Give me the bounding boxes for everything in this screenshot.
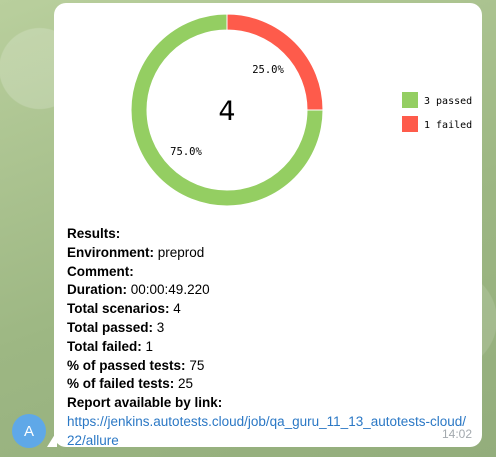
- failed-percent-row: % of failed tests: 25: [67, 376, 194, 392]
- slice-percent-label: 75.0%: [170, 146, 202, 158]
- sender-avatar[interactable]: A: [12, 414, 46, 448]
- total-passed-row: Total passed: 3: [67, 319, 165, 335]
- legend-label: 1 failed: [424, 120, 472, 131]
- legend-swatch: [402, 92, 418, 108]
- slice-percent-label: 25.0%: [252, 64, 284, 76]
- total-failed-row: Total failed: 1: [67, 338, 154, 354]
- failed-percent-value: 25: [178, 376, 194, 392]
- total-failed-value: 1: [145, 338, 154, 354]
- report-link[interactable]: https://jenkins.autotests.cloud/job/qa_g…: [67, 414, 466, 448]
- environment-value: preprod: [157, 244, 205, 260]
- chart-image[interactable]: 25.0% 75.0% 4 3 passed 1 failed: [54, 3, 482, 213]
- duration-value: 00:00:49.220: [130, 282, 210, 298]
- duration-row: Duration: 00:00:49.220: [67, 282, 210, 298]
- slice-1-failed: [226, 13, 324, 111]
- report-link-label: Report available by link:: [67, 395, 223, 411]
- message-timestamp: 14:02: [441, 427, 472, 441]
- center-total-label: 4: [218, 96, 235, 127]
- total-scenarios-value: 4: [173, 301, 181, 317]
- total-scenarios-row: Total scenarios: 4: [67, 301, 181, 317]
- results-heading: Results:: [67, 226, 121, 241]
- passed-percent-row: % of passed tests: 75: [67, 357, 205, 373]
- legend-swatch: [402, 116, 418, 132]
- environment-row: Environment: preprod: [67, 244, 205, 260]
- report-link-row: https://jenkins.autotests.cloud/job/qa_g…: [67, 413, 467, 451]
- report-text: Results: Environment: preprod Comment: D…: [67, 225, 467, 451]
- passed-percent-value: 75: [189, 357, 205, 373]
- avatar-letter: A: [23, 422, 34, 440]
- comment-row: Comment:: [67, 263, 134, 279]
- message-bubble: 25.0% 75.0% 4 3 passed 1 failed Results: Env…: [54, 3, 482, 448]
- total-passed-value: 3: [156, 319, 165, 335]
- legend-label: 3 passed: [424, 96, 472, 107]
- donut-chart: 25.0% 75.0% 4 3 passed 1 failed: [130, 13, 472, 207]
